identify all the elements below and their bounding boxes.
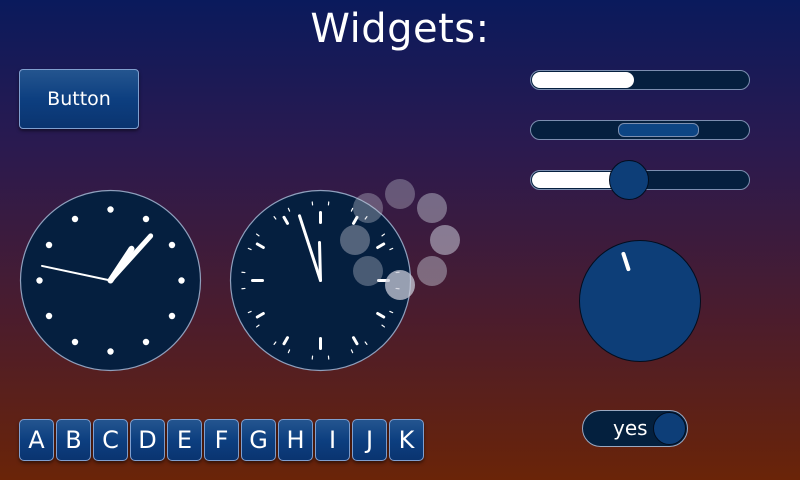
key-button[interactable]: E: [167, 419, 202, 461]
key-button[interactable]: A: [19, 419, 54, 461]
spinner-dot: [353, 256, 383, 286]
primary-button[interactable]: Button: [19, 69, 139, 129]
page-title: Widgets:: [310, 6, 490, 52]
value-slider-thumb[interactable]: [609, 160, 650, 200]
value-slider[interactable]: [530, 160, 750, 200]
busy-indicator: [340, 179, 460, 300]
key-button[interactable]: K: [389, 419, 424, 461]
clock-hour-dot: [45, 312, 53, 320]
clock-hour-dot: [168, 312, 176, 320]
key-button[interactable]: G: [241, 419, 276, 461]
toggle-switch[interactable]: yes: [582, 410, 688, 447]
spinner-dot: [430, 225, 460, 255]
spinner-dot: [417, 193, 447, 223]
key-button[interactable]: F: [204, 419, 239, 461]
switch-label: yes: [613, 416, 648, 440]
clock-hour-dot: [142, 215, 150, 223]
progress-bar: [530, 70, 750, 90]
range-slider[interactable]: [530, 120, 750, 140]
analog-clock: [19, 189, 202, 372]
spinner-dot: [385, 179, 415, 209]
spinner-dot: [340, 225, 370, 255]
switch-thumb[interactable]: [653, 412, 686, 445]
key-button[interactable]: D: [130, 419, 165, 461]
key-button[interactable]: H: [278, 419, 313, 461]
spinner-dot: [353, 193, 383, 223]
clock-hour-dot: [71, 215, 79, 223]
clock-hour-dot: [168, 241, 176, 249]
progress-fill: [532, 72, 634, 88]
key-button[interactable]: J: [352, 419, 387, 461]
key-row: A B C D E F G H I J K: [19, 419, 424, 461]
rotary-knob[interactable]: [579, 240, 701, 362]
clock-hour-dot: [36, 277, 43, 284]
key-button[interactable]: B: [56, 419, 91, 461]
key-button[interactable]: I: [315, 419, 350, 461]
spinner-dot: [385, 270, 415, 300]
key-button[interactable]: C: [93, 419, 128, 461]
clock-hour-dot: [71, 338, 79, 346]
clock-hour-dot: [178, 277, 185, 284]
range-slider-selection[interactable]: [618, 123, 699, 137]
knob-indicator: [620, 251, 631, 272]
clock-hour-dot: [107, 206, 114, 213]
clock-hour-dot: [107, 348, 114, 355]
clock-hour-dot: [142, 338, 150, 346]
spinner-dot: [417, 256, 447, 286]
clock-hour-dot: [45, 241, 53, 249]
